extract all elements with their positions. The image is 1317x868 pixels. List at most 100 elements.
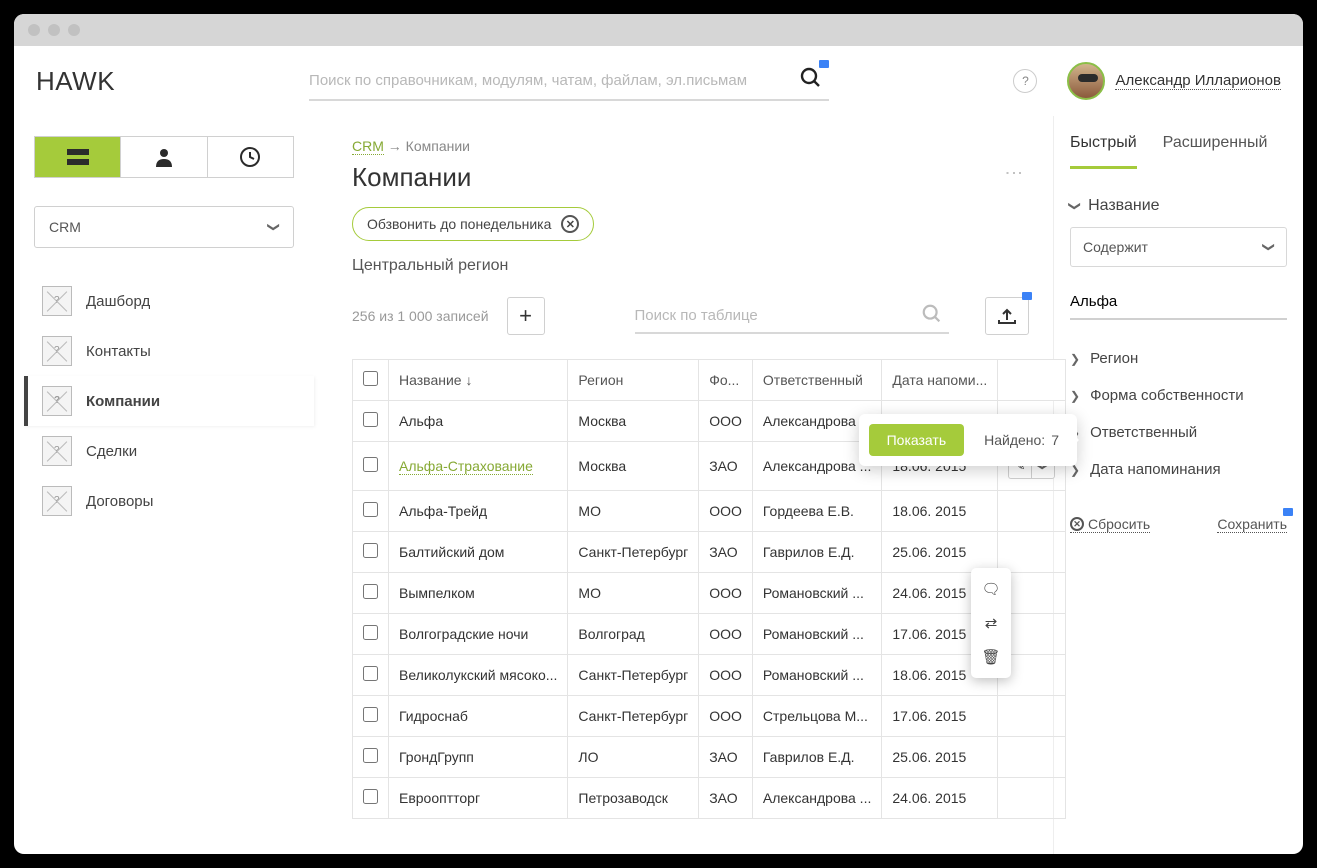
page-actions-menu[interactable]: ⋮ xyxy=(997,158,1030,189)
chat-icon: 🗨 xyxy=(981,581,1000,598)
cell-name: ГрондГрупп xyxy=(389,737,568,778)
found-label: Найдено: xyxy=(984,432,1045,448)
filter-section-collapsed-2[interactable]: ❯Ответственный xyxy=(1070,414,1287,451)
cell-form: ООО xyxy=(699,696,753,737)
save-notice-badge xyxy=(1283,508,1293,516)
chevron-right-icon: ❯ xyxy=(1070,389,1080,403)
cell-form: ООО xyxy=(699,614,753,655)
row-checkbox[interactable] xyxy=(363,625,378,640)
cell-date: 18.06. 2015 xyxy=(882,491,998,532)
row-checkbox[interactable] xyxy=(363,543,378,558)
sidebar-item-label: Договоры xyxy=(86,493,153,510)
search-icon[interactable] xyxy=(799,66,823,90)
cell-name: Балтийский дом xyxy=(389,532,568,573)
table-row[interactable]: ГидроснабСанкт-ПетербургОООСтрельцова М.… xyxy=(353,696,1066,737)
row-checkbox[interactable] xyxy=(363,666,378,681)
placeholder-icon: ? xyxy=(42,436,72,466)
mode-tab-dashboard[interactable] xyxy=(35,137,121,177)
table-row[interactable]: Великолукский мясоко...Санкт-ПетербургОО… xyxy=(353,655,1066,696)
add-record-button[interactable]: + xyxy=(507,297,545,335)
filter-tab-quick[interactable]: Быстрый xyxy=(1070,134,1137,169)
filter-condition-select[interactable]: Содержит ❯ xyxy=(1070,227,1287,267)
row-checkbox[interactable] xyxy=(363,412,378,427)
cell-date: 17.06. 2015 xyxy=(882,696,998,737)
save-filters-button[interactable]: Сохранить xyxy=(1217,516,1287,533)
col-header-form[interactable]: Фо... xyxy=(699,360,753,401)
col-header-name[interactable]: Название ↓ xyxy=(389,360,568,401)
table-row[interactable]: Волгоградские ночиВолгоградОООРомановски… xyxy=(353,614,1066,655)
sidebar-item-0[interactable]: ?Дашборд xyxy=(24,276,314,326)
table-row[interactable]: ЕврооптторгПетрозаводскЗАОАлександрова .… xyxy=(353,778,1066,819)
row-context-menu: 🗨 ⇄ 🗑 xyxy=(971,568,1011,678)
breadcrumb-root-link[interactable]: CRM xyxy=(352,138,384,155)
cell-form: ЗАО xyxy=(699,778,753,819)
cell-date: 25.06. 2015 xyxy=(882,532,998,573)
transfer-icon: ⇄ xyxy=(985,615,998,632)
filter-section-name[interactable]: ❯ Название xyxy=(1070,197,1287,215)
table-row[interactable]: ВымпелкомМООООРомановский ...24.06. 2015 xyxy=(353,573,1066,614)
chevron-down-icon: ❯ xyxy=(1262,242,1276,252)
filter-value-input[interactable] xyxy=(1070,285,1287,320)
cell-region: ЛО xyxy=(568,737,699,778)
select-all-checkbox[interactable] xyxy=(363,371,378,386)
filter-chip[interactable]: Обзвонить до понедельника ✕ xyxy=(352,207,594,241)
reset-filters-button[interactable]: ✕Сбросить xyxy=(1070,516,1150,533)
sidebar-item-2[interactable]: ?Компании xyxy=(24,376,314,426)
row-checkbox[interactable] xyxy=(363,457,378,472)
upload-button[interactable] xyxy=(985,297,1029,335)
user-name-link[interactable]: Александр Илларионов xyxy=(1115,72,1281,90)
cell-responsible: Романовский ... xyxy=(752,573,881,614)
filter-tab-advanced[interactable]: Расширенный xyxy=(1163,134,1268,169)
row-menu-chat[interactable]: 🗨 xyxy=(971,572,1011,606)
module-selector[interactable]: CRM ❯ xyxy=(34,206,294,248)
cell-name: Гидроснаб xyxy=(389,696,568,737)
record-count: 256 из 1 000 записей xyxy=(352,308,489,324)
mode-tab-history[interactable] xyxy=(208,137,293,177)
user-avatar[interactable] xyxy=(1067,62,1105,100)
row-checkbox[interactable] xyxy=(363,707,378,722)
col-header-reminder-date[interactable]: Дата напоми... xyxy=(882,360,998,401)
sidebar-item-3[interactable]: ?Сделки xyxy=(24,426,314,476)
window-close-dot[interactable] xyxy=(28,24,40,36)
cell-date: 25.06. 2015 xyxy=(882,737,998,778)
chevron-right-icon: ❯ xyxy=(1070,352,1080,366)
table-row[interactable]: Балтийский домСанкт-ПетербургЗАОГаврилов… xyxy=(353,532,1066,573)
row-checkbox[interactable] xyxy=(363,502,378,517)
global-search-input[interactable] xyxy=(309,62,829,101)
upload-notice-badge xyxy=(1022,292,1032,300)
filter-result-popover: Показать Найдено: 7 xyxy=(859,414,1077,466)
table-row[interactable]: Альфа-ТрейдМООООГордеева Е.В.18.06. 2015 xyxy=(353,491,1066,532)
filter-section-collapsed-3[interactable]: ❯Дата напоминания xyxy=(1070,451,1287,488)
row-checkbox[interactable] xyxy=(363,584,378,599)
apply-filter-button[interactable]: Показать xyxy=(869,424,965,456)
col-header-region[interactable]: Регион xyxy=(568,360,699,401)
cell-name: Альфа-Страхование xyxy=(389,442,568,491)
cell-responsible: Стрельцова М... xyxy=(752,696,881,737)
breadcrumb: CRM → Компании xyxy=(352,138,1029,154)
col-header-responsible[interactable]: Ответственный xyxy=(752,360,881,401)
row-checkbox[interactable] xyxy=(363,789,378,804)
row-checkbox[interactable] xyxy=(363,748,378,763)
window-max-dot[interactable] xyxy=(68,24,80,36)
window-min-dot[interactable] xyxy=(48,24,60,36)
sidebar-item-4[interactable]: ?Договоры xyxy=(24,476,314,526)
sidebar-item-label: Дашборд xyxy=(86,293,150,310)
cell-responsible: Гаврилов Е.Д. xyxy=(752,737,881,778)
cell-responsible: Романовский ... xyxy=(752,655,881,696)
help-button[interactable]: ? xyxy=(1013,69,1037,93)
table-row[interactable]: ГрондГруппЛОЗАОГаврилов Е.Д.25.06. 2015 xyxy=(353,737,1066,778)
search-icon[interactable] xyxy=(921,303,943,325)
page-title: Компании xyxy=(352,162,998,193)
cell-region: МО xyxy=(568,491,699,532)
mode-tab-person[interactable] xyxy=(121,137,207,177)
app-logo[interactable]: HAWK xyxy=(22,66,129,97)
cell-region: Петрозаводск xyxy=(568,778,699,819)
filter-section-collapsed-1[interactable]: ❯Форма собственности xyxy=(1070,377,1287,414)
filter-section-collapsed-0[interactable]: ❯Регион xyxy=(1070,340,1287,377)
sidebar-item-1[interactable]: ?Контакты xyxy=(24,326,314,376)
row-menu-transfer[interactable]: ⇄ xyxy=(971,606,1011,640)
filter-chip-remove[interactable]: ✕ xyxy=(561,215,579,233)
table-search-input[interactable] xyxy=(635,299,949,334)
company-link[interactable]: Альфа-Страхование xyxy=(399,458,533,475)
row-menu-delete[interactable]: 🗑 xyxy=(971,640,1011,674)
